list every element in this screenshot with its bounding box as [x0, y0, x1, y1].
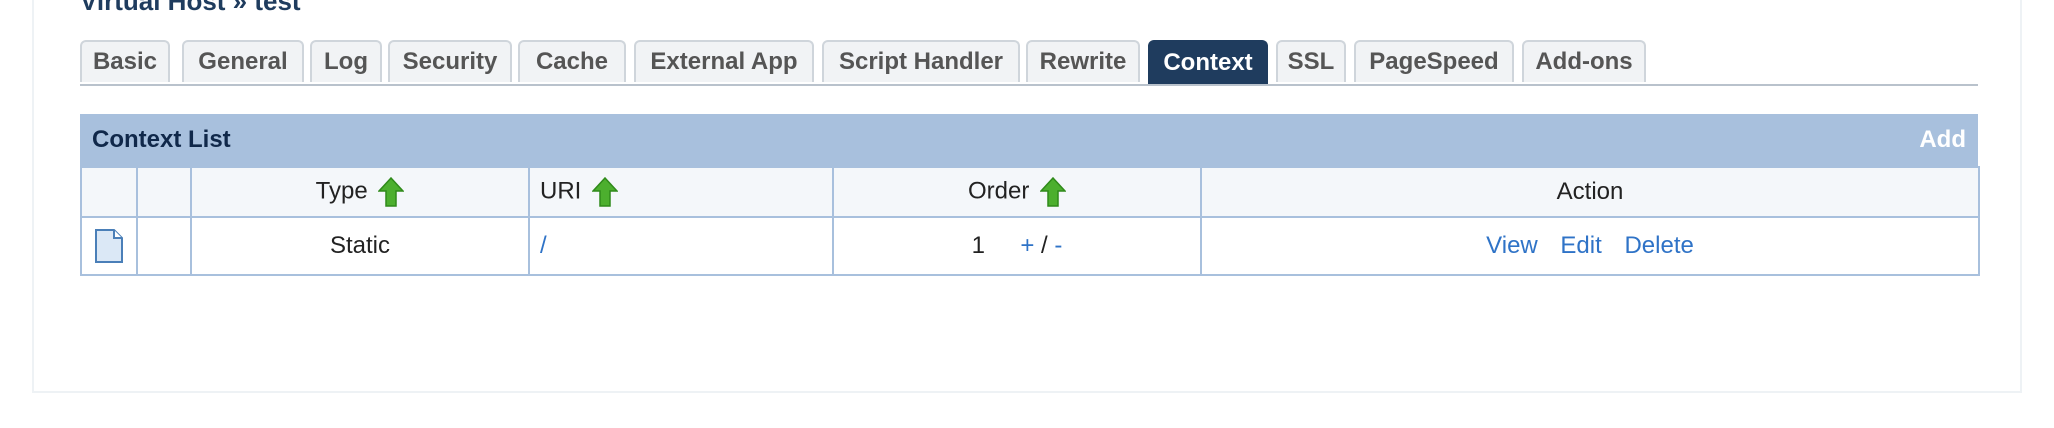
- tab-security[interactable]: Security: [388, 40, 512, 82]
- order-value: 1: [971, 232, 985, 259]
- context-list-header: Context List Add: [80, 114, 1978, 166]
- table-header-row: Type URI Order Action: [80, 166, 1980, 218]
- tab-context[interactable]: Context: [1148, 40, 1268, 84]
- tab-general[interactable]: General: [182, 40, 304, 82]
- column-action-header: Action: [1200, 166, 1980, 218]
- column-action-label: Action: [1556, 178, 1624, 205]
- column-type-label: Type: [315, 177, 368, 205]
- document-icon: [95, 229, 123, 263]
- table-row: Static / 1 + / - View Edit Delete: [80, 216, 1980, 276]
- delete-link[interactable]: Delete: [1624, 232, 1693, 259]
- context-list-table: Context List Add Type URI Order Action S…: [80, 114, 1980, 276]
- tab-add-ons[interactable]: Add-ons: [1522, 40, 1646, 82]
- context-grid: Type URI Order Action Static / 1 + / - V…: [80, 166, 1980, 276]
- tab-bar: Basic General Log Security Cache Externa…: [80, 40, 1978, 86]
- tab-external-app[interactable]: External App: [634, 40, 814, 82]
- tab-ssl[interactable]: SSL: [1276, 40, 1346, 82]
- tab-pagespeed[interactable]: PageSpeed: [1354, 40, 1514, 82]
- row-order-cell: 1 + / -: [832, 216, 1202, 276]
- column-uri-label: URI: [540, 177, 582, 205]
- column-uri-header[interactable]: URI: [528, 166, 834, 218]
- order-separator: /: [1041, 232, 1048, 259]
- column-type-header[interactable]: Type: [190, 166, 530, 218]
- row-blank-cell: [136, 216, 192, 276]
- add-context-button[interactable]: Add: [1919, 126, 1966, 154]
- order-up-link[interactable]: +: [1020, 232, 1034, 259]
- sort-up-arrow-icon[interactable]: [378, 177, 405, 207]
- column-order-label: Order: [967, 177, 1030, 205]
- uri-link[interactable]: /: [540, 232, 547, 259]
- page-title: Virtual Host » test: [80, 0, 301, 16]
- context-list-title: Context List: [92, 126, 231, 153]
- tab-cache[interactable]: Cache: [518, 40, 626, 82]
- edit-link[interactable]: Edit: [1560, 232, 1601, 259]
- tab-script-handler[interactable]: Script Handler: [822, 40, 1020, 82]
- tab-basic[interactable]: Basic: [80, 40, 170, 82]
- tab-rewrite[interactable]: Rewrite: [1026, 40, 1140, 82]
- view-link[interactable]: View: [1486, 232, 1538, 259]
- row-actions-cell: View Edit Delete: [1200, 216, 1980, 276]
- row-type-cell: Static: [190, 216, 530, 276]
- row-uri-cell: /: [528, 216, 834, 276]
- tab-log[interactable]: Log: [310, 40, 382, 82]
- header-blank-cell: [136, 166, 192, 218]
- row-icon-cell: [80, 216, 138, 276]
- header-blank-cell: [80, 166, 138, 218]
- order-down-link[interactable]: -: [1054, 232, 1062, 259]
- column-order-header[interactable]: Order: [832, 166, 1202, 218]
- sort-up-arrow-icon[interactable]: [1040, 177, 1067, 207]
- sort-up-arrow-icon[interactable]: [592, 177, 619, 207]
